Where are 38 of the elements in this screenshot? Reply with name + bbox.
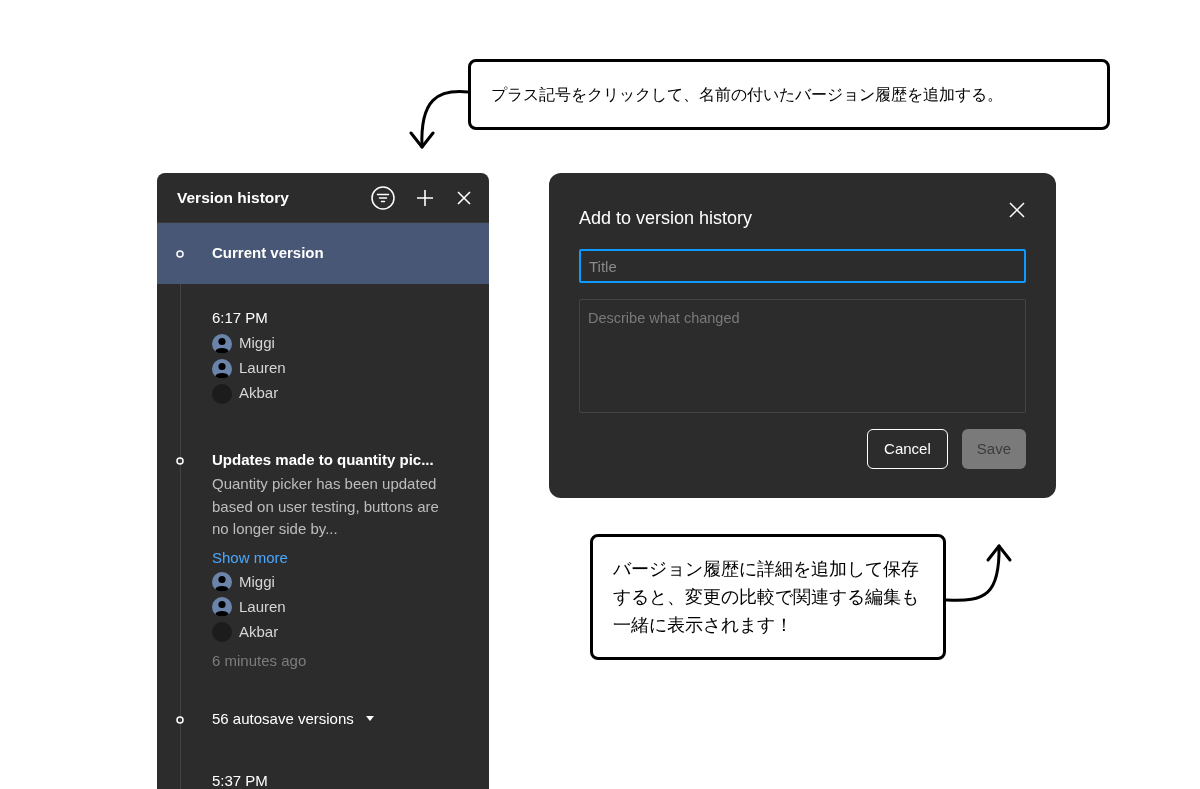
dialog-title: Add to version history xyxy=(579,206,753,230)
version-item[interactable]: Current version xyxy=(157,223,489,284)
avatar-icon xyxy=(212,333,232,354)
version-title: Updates made to quantity pic... xyxy=(212,450,434,471)
timestamp: 6 minutes ago xyxy=(212,650,307,671)
user-name: Lauren xyxy=(239,596,286,617)
timeline-dot xyxy=(176,250,184,258)
version-description: Quantity picker has been updated based on user testing, buttons are no longer side by... xyxy=(212,474,440,539)
filter-icon[interactable] xyxy=(371,185,395,210)
version-item[interactable]: 56 autosave versions xyxy=(157,692,489,756)
caret-icon[interactable] xyxy=(365,716,374,722)
version-item[interactable]: Updates made to quantity pic... Quantity picker has been updated based on user testing, buttons are no longer side by... Show more Miggi Lauren Akbar 6 minutes ago xyxy=(157,426,489,693)
timeline-dot xyxy=(176,715,184,724)
cancel-button[interactable]: Cancel xyxy=(867,429,948,469)
version-title: Current version xyxy=(212,243,324,264)
show-more-link[interactable]: Show more xyxy=(212,544,288,570)
user-name: Akbar xyxy=(239,383,279,404)
close-icon[interactable] xyxy=(1009,202,1025,218)
add-icon[interactable] xyxy=(416,188,434,207)
version-item[interactable]: 5:37 PM xyxy=(157,755,489,789)
callout-text: プラス記号をクリックして、名前の付いたバージョン履歴を追加する。 xyxy=(491,84,1003,105)
timeline-dot xyxy=(176,457,184,465)
callout-text: バージョン履歴に詳細を追加して保存すると、変更の比較で関連する編集も一緒に表示されます！ xyxy=(613,558,920,637)
description-field[interactable]: Describe what changed xyxy=(579,299,1026,413)
version-item[interactable]: 6:17 PM Miggi Lauren Akbar xyxy=(157,284,489,426)
version-title: 6:17 PM xyxy=(212,308,268,329)
user-name: Miggi xyxy=(239,571,275,592)
title-field[interactable]: Title xyxy=(579,249,1026,283)
user-name: Miggi xyxy=(239,333,275,354)
autosave-toggle[interactable]: 56 autosave versions xyxy=(212,707,354,731)
version-title: 5:37 PM xyxy=(212,770,268,789)
user-name: Lauren xyxy=(239,358,286,379)
user-name: Akbar xyxy=(239,621,279,642)
close-icon[interactable] xyxy=(457,190,471,205)
avatar-icon xyxy=(212,572,232,592)
avatar-icon xyxy=(212,597,232,617)
avatar-icon xyxy=(212,358,232,379)
panel-title: Version history xyxy=(177,187,290,208)
